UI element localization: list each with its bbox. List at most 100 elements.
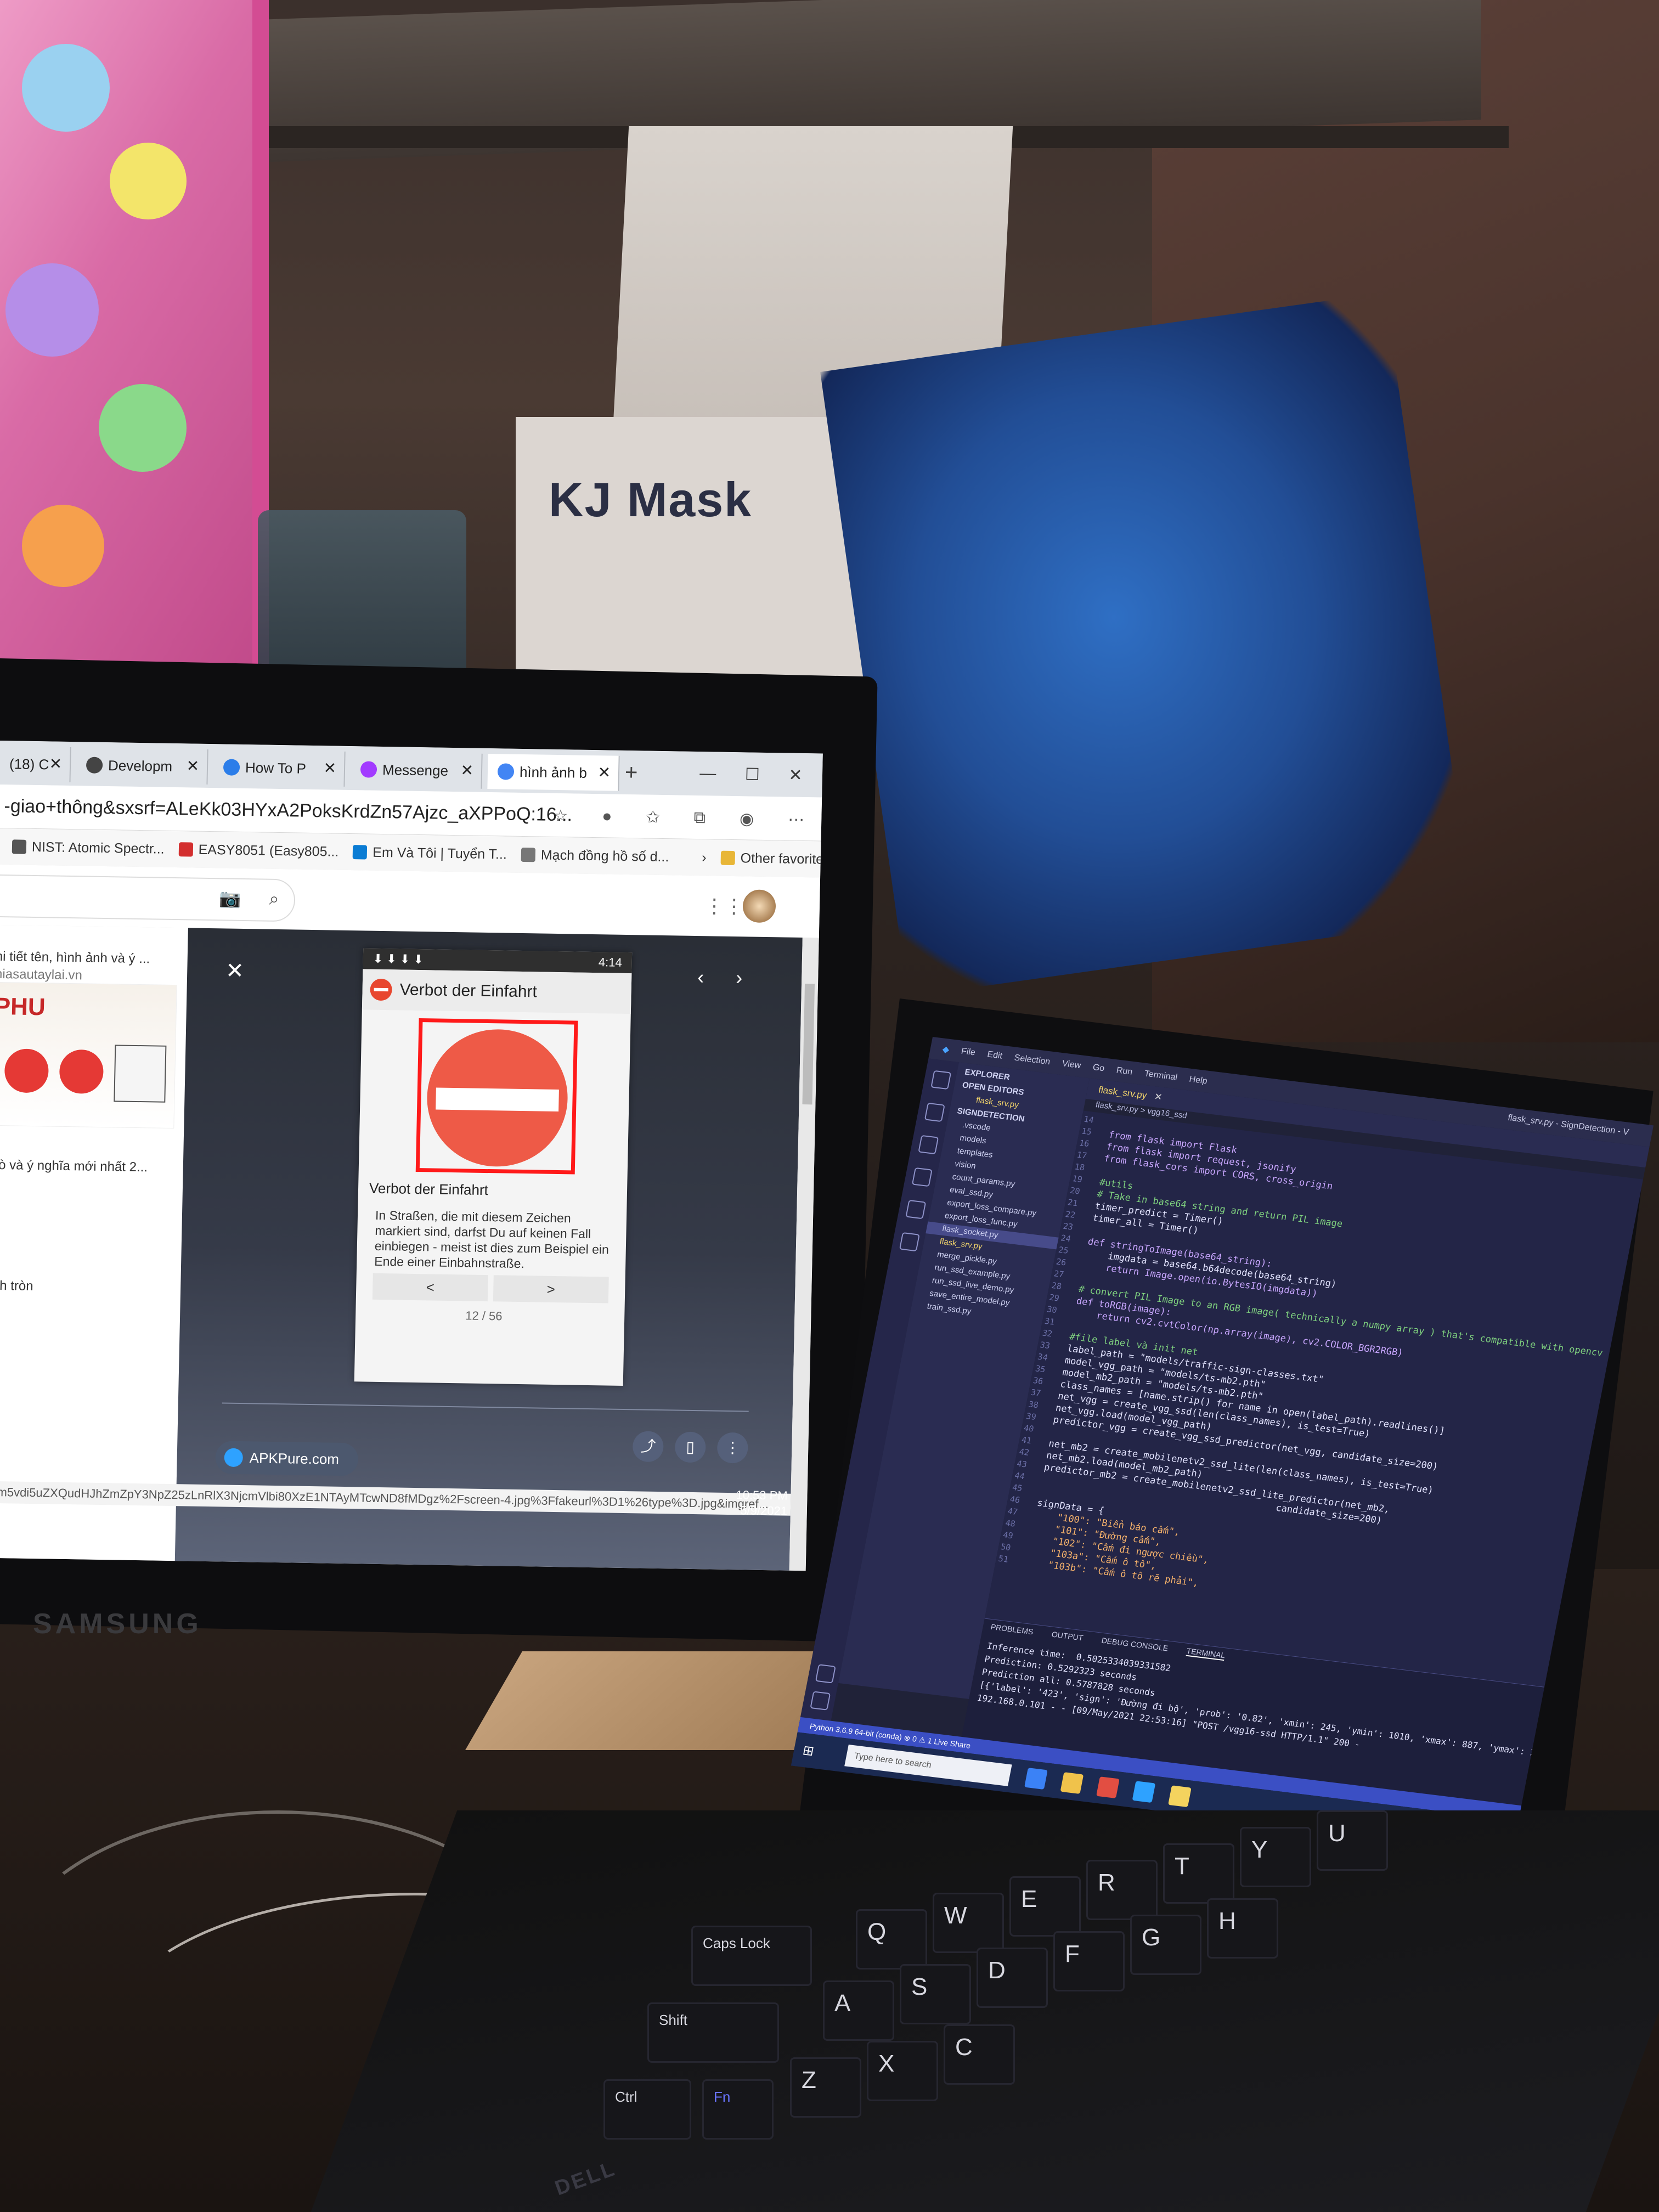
other-favorites-folder[interactable]: Other favorites — [720, 850, 823, 867]
key-s: S — [900, 1964, 971, 2024]
previous-image-button[interactable]: ‹ — [697, 966, 704, 989]
result-domain: hiasautaylai.vn — [0, 966, 83, 983]
gear-icon[interactable] — [810, 1691, 831, 1711]
close-tab-icon[interactable]: ✕ — [186, 757, 199, 775]
browser-tab[interactable]: (18) C ✕ — [0, 746, 71, 783]
favorite-link[interactable]: EASY8051 (Easy805... — [178, 842, 339, 860]
account-icon[interactable] — [815, 1664, 836, 1684]
key-h: H — [1207, 1898, 1278, 1959]
close-viewer-button[interactable]: ✕ — [225, 958, 244, 984]
line-number: 17 — [1076, 1149, 1088, 1161]
favorites-icon[interactable]: ✩ — [646, 808, 660, 827]
browser-tab[interactable]: Messenge ✕ — [350, 752, 483, 789]
file-explorer-icon[interactable] — [1060, 1772, 1084, 1795]
sign-thumbnail — [114, 1045, 167, 1103]
source-link[interactable]: APKPure.com — [215, 1441, 359, 1476]
line-number: 26 — [1055, 1256, 1067, 1268]
close-tab-icon[interactable]: ✕ — [597, 763, 611, 781]
next-image-button[interactable]: › — [736, 966, 743, 989]
favorite-link[interactable]: Mạch đồng hồ số d... — [521, 847, 669, 865]
search-icon[interactable] — [924, 1102, 945, 1122]
chevron-right-icon[interactable]: › — [702, 850, 707, 866]
line-number: 21 — [1066, 1197, 1079, 1209]
line-number: 16 — [1078, 1138, 1091, 1149]
menu-item[interactable]: Selection — [1013, 1053, 1051, 1068]
viewer-actions: ⤴ ▯ ⋮ — [632, 1431, 748, 1465]
clock-time: 10:53 PM — [736, 1488, 788, 1503]
new-tab-button[interactable]: + — [625, 760, 638, 785]
phone-next-button[interactable]: > — [493, 1275, 609, 1304]
pink-polka-dot-box — [0, 0, 269, 680]
menu-item[interactable]: Edit — [986, 1050, 1003, 1062]
more-menu-icon[interactable]: ⋯ — [788, 810, 805, 829]
key-fn: Fn — [702, 2079, 774, 2140]
edge-icon[interactable] — [1024, 1768, 1048, 1790]
minimize-button[interactable]: — — [699, 764, 716, 783]
folder-icon — [720, 850, 735, 866]
line-number: 19 — [1071, 1173, 1084, 1185]
line-number: 33 — [1039, 1340, 1051, 1351]
favorite-star-icon[interactable]: ☆ — [553, 806, 568, 825]
line-number: 36 — [1032, 1375, 1044, 1387]
browser-tab-active[interactable]: hình ảnh b ✕ — [487, 753, 620, 791]
key-u: U — [1317, 1810, 1388, 1871]
maximize-button[interactable]: ☐ — [745, 765, 760, 784]
more-icon[interactable]: ⋮ — [716, 1432, 748, 1464]
close-tab-icon[interactable]: ✕ — [1153, 1091, 1163, 1103]
menu-item[interactable]: Help — [1188, 1075, 1208, 1087]
page-icon — [521, 847, 536, 862]
phone-prev-button[interactable]: < — [372, 1273, 488, 1302]
key-w: W — [933, 1893, 1004, 1953]
camera-icon[interactable]: 📷 — [219, 888, 241, 910]
line-number: 25 — [1057, 1245, 1070, 1256]
remote-explorer-icon[interactable] — [905, 1199, 927, 1220]
line-number: 18 — [1074, 1161, 1086, 1173]
result-snippet[interactable]: ni tiết tên, hình ảnh và ý ... — [0, 949, 150, 967]
polka-dot — [99, 384, 187, 472]
key-z: Z — [790, 2057, 861, 2118]
source-control-icon[interactable] — [918, 1135, 939, 1155]
editor-tab[interactable]: flask_srv.py — [1097, 1085, 1148, 1101]
key-d: D — [977, 1948, 1048, 2008]
browser-tab[interactable]: How To P ✕ — [213, 749, 346, 787]
bookmark-icon[interactable]: ▯ — [674, 1431, 706, 1463]
favorite-link[interactable]: NIST: Atomic Spectr... — [12, 839, 165, 857]
browser-tab[interactable]: Developm ✕ — [76, 747, 208, 785]
menu-item[interactable]: File — [960, 1047, 977, 1058]
source-label: APKPure.com — [249, 1449, 340, 1468]
blue-plastic-bag — [820, 292, 1473, 997]
line-number: 24 — [1059, 1233, 1072, 1244]
search-icon[interactable]: ⌕ — [269, 889, 279, 911]
key-c: C — [944, 2024, 1015, 2085]
close-tab-icon[interactable]: ✕ — [323, 759, 336, 777]
menu-item[interactable]: View — [1061, 1059, 1081, 1071]
profile-avatar-icon[interactable]: ◉ — [740, 809, 754, 828]
close-tab-icon[interactable]: ✕ — [460, 761, 473, 779]
extensions-icon[interactable] — [899, 1232, 920, 1252]
key-q: Q — [856, 1909, 927, 1970]
menu-item[interactable]: Go — [1092, 1063, 1105, 1074]
site-icon — [223, 759, 240, 776]
run-debug-icon[interactable] — [911, 1167, 933, 1187]
line-number: 34 — [1036, 1351, 1049, 1363]
result-snippet[interactable]: ình tròn — [0, 1278, 33, 1294]
close-window-button[interactable]: ✕ — [788, 765, 803, 785]
share-icon[interactable]: ⤴ — [632, 1431, 664, 1463]
folder-icon[interactable] — [1168, 1785, 1192, 1808]
windows-start-icon[interactable]: ⊞ — [802, 1742, 816, 1759]
no-entry-icon — [370, 978, 393, 1001]
close-tab-icon[interactable]: ✕ — [49, 754, 62, 772]
line-number: 22 — [1064, 1209, 1076, 1220]
extension-icon[interactable]: ● — [602, 807, 612, 826]
result-snippet[interactable]: bò và ý nghĩa mới nhất 2... — [0, 1158, 148, 1175]
key-e: E — [1009, 1876, 1081, 1937]
explorer-icon[interactable] — [930, 1070, 952, 1090]
menu-item[interactable]: Terminal — [1143, 1069, 1178, 1083]
collections-icon[interactable]: ⧉ — [693, 809, 706, 827]
menu-item[interactable]: Run — [1115, 1065, 1133, 1077]
tab-label: hình ảnh b — [519, 763, 588, 781]
favorite-link[interactable]: Em Và Tôi | Tuyển T... — [353, 844, 507, 862]
vscode-taskbar-icon[interactable] — [1132, 1781, 1156, 1803]
store-icon[interactable] — [1096, 1776, 1120, 1799]
address-bar-actions: ☆ ● ✩ ⧉ ◉ ⋯ — [536, 802, 822, 833]
